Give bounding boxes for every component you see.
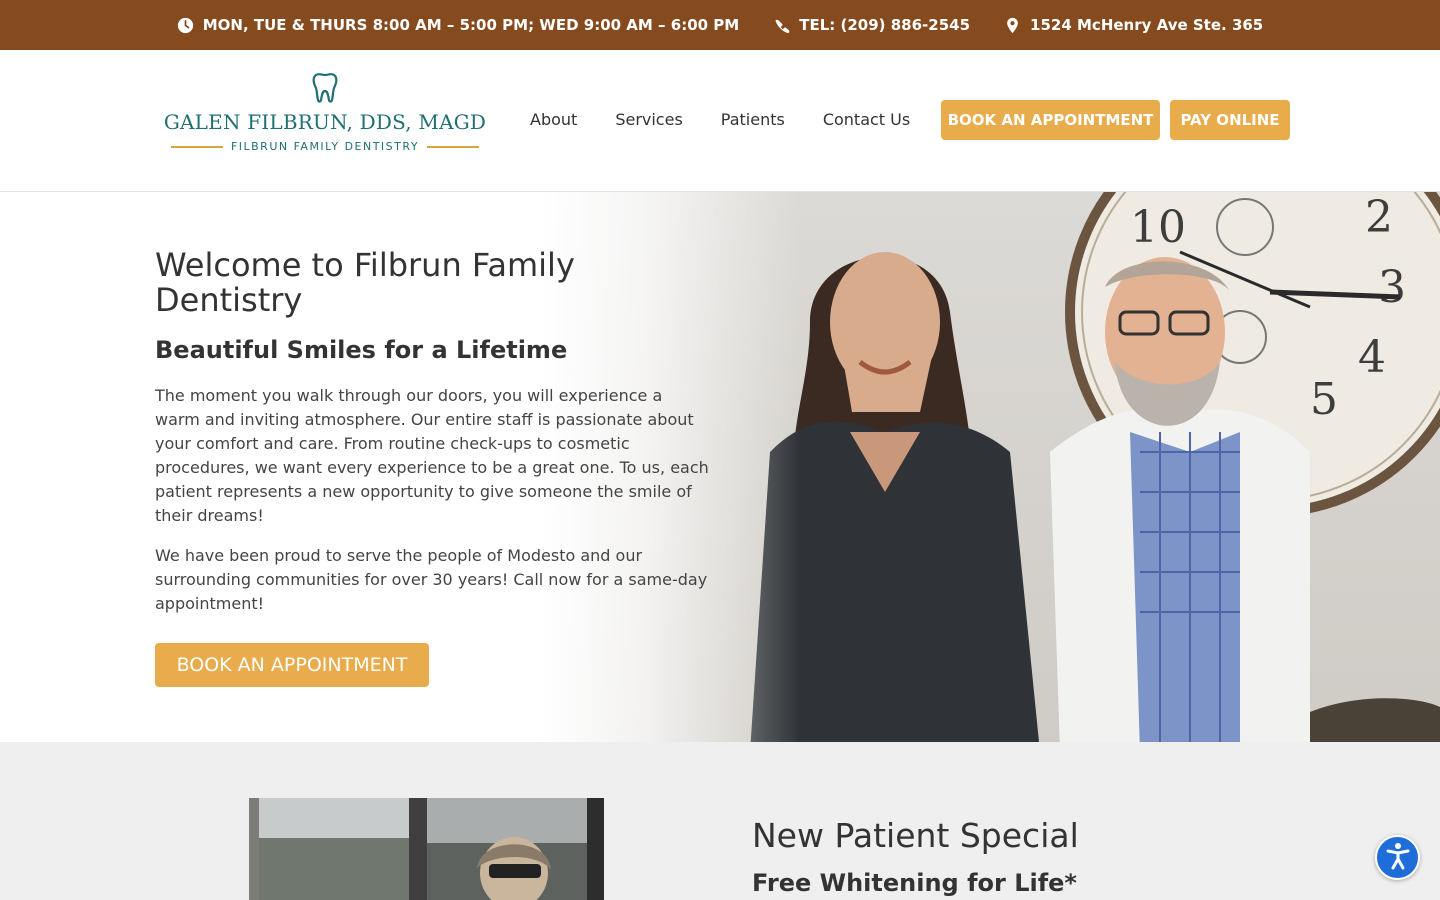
special-subtitle: Free Whitening for Life* xyxy=(752,869,1077,897)
special-title: New Patient Special xyxy=(752,816,1079,855)
logo-divider-left xyxy=(170,145,223,148)
nav-item-patients[interactable]: Patients xyxy=(721,110,785,129)
hours-info: MON, TUE & THURS 8:00 AM – 5:00 PM; WED … xyxy=(177,16,740,34)
svg-text:3: 3 xyxy=(1378,262,1406,313)
phone-icon xyxy=(773,17,790,34)
logo-tagline-row: FILBRUN FAMILY DENTISTRY xyxy=(160,140,490,153)
svg-text:5: 5 xyxy=(1310,374,1338,425)
phone-text[interactable]: TEL: (209) 886-2545 xyxy=(799,16,970,34)
clock-icon xyxy=(177,17,194,34)
hero-title: Welcome to Filbrun Family Dentistry xyxy=(155,246,575,319)
nav-item-about[interactable]: About xyxy=(530,110,577,129)
accessibility-button[interactable] xyxy=(1375,835,1420,880)
special-photo xyxy=(249,798,604,900)
logo-divider-right xyxy=(427,145,480,148)
accessibility-icon xyxy=(1383,841,1413,875)
main-nav: About Services Patients Contact Us xyxy=(530,110,910,129)
phone-info[interactable]: TEL: (209) 886-2545 xyxy=(773,16,970,34)
hero-paragraph-1: The moment you walk through our doors, y… xyxy=(155,386,709,525)
nav-item-services[interactable]: Services xyxy=(615,110,682,129)
site-header: GALEN FILBRUN, DDS, MAGD FILBRUN FAMILY … xyxy=(0,50,1440,192)
address-info[interactable]: 1524 McHenry Ave Ste. 365 xyxy=(1004,16,1263,34)
hero-subtitle: Beautiful Smiles for a Lifetime xyxy=(155,336,568,364)
tooth-icon xyxy=(310,72,340,104)
new-patient-special-section: New Patient Special Free Whitening for L… xyxy=(0,742,1440,900)
svg-text:2: 2 xyxy=(1365,192,1393,243)
hero-content: Welcome to Filbrun Family Dentistry Beau… xyxy=(155,248,710,616)
map-pin-icon xyxy=(1004,17,1021,34)
svg-text:4: 4 xyxy=(1358,332,1386,383)
logo-tagline: FILBRUN FAMILY DENTISTRY xyxy=(230,140,420,153)
logo-name: GALEN FILBRUN, DDS, MAGD xyxy=(163,110,487,134)
book-appointment-button[interactable]: BOOK AN APPOINTMENT xyxy=(941,100,1160,140)
site-logo[interactable]: GALEN FILBRUN, DDS, MAGD FILBRUN FAMILY … xyxy=(160,72,490,182)
hero-book-appointment-button[interactable]: BOOK AN APPOINTMENT xyxy=(155,643,429,687)
hero-section: 10 2 3 4 5 Welcome to Filbrun Family Den… xyxy=(0,192,1440,742)
hours-text: MON, TUE & THURS 8:00 AM – 5:00 PM; WED … xyxy=(202,16,740,34)
address-text[interactable]: 1524 McHenry Ave Ste. 365 xyxy=(1030,16,1263,34)
pay-online-button[interactable]: PAY ONLINE xyxy=(1170,100,1290,140)
top-info-bar: MON, TUE & THURS 8:00 AM – 5:00 PM; WED … xyxy=(0,0,1440,50)
hero-paragraph-2: We have been proud to serve the people o… xyxy=(155,546,708,613)
svg-text:10: 10 xyxy=(1130,202,1186,253)
nav-item-contact-us[interactable]: Contact Us xyxy=(823,110,910,129)
